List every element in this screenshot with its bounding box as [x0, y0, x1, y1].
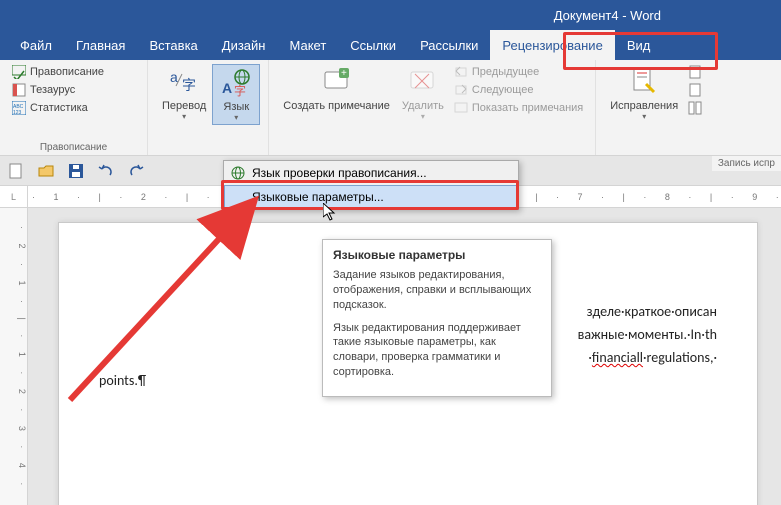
- tooltip-language-preferences: Языковые параметры Задание языков редакт…: [322, 239, 552, 397]
- thesaurus-label: Тезаурус: [30, 84, 75, 96]
- chevron-down-icon: ▾: [234, 113, 238, 122]
- delete-comment-label: Удалить: [402, 100, 444, 112]
- save-button[interactable]: [68, 163, 84, 179]
- ribbon-tabs: Файл Главная Вставка Дизайн Макет Ссылки…: [0, 30, 781, 60]
- svg-text:字: 字: [182, 77, 196, 93]
- tooltip-p2: Язык редактирования поддерживает такие я…: [333, 321, 541, 380]
- translate-button[interactable]: a字 Перевод ▾: [156, 64, 212, 125]
- svg-text:字: 字: [234, 83, 246, 98]
- tab-layout[interactable]: Макет: [277, 30, 338, 60]
- show-comments-label: Показать примечания: [472, 102, 583, 114]
- doc-text-l2: важные·моменты.·In·th: [578, 326, 717, 343]
- doc-text-misspelled: financiall: [592, 349, 643, 366]
- globe-icon: [230, 165, 246, 181]
- doc-icon: [688, 65, 702, 79]
- tab-mailings[interactable]: Рассылки: [408, 30, 490, 60]
- doc-text-l3c: ·regulations,·: [643, 349, 717, 366]
- thesaurus-icon: [12, 83, 26, 97]
- ruler-corner: L: [0, 186, 28, 208]
- spelling-label: Правописание: [30, 66, 104, 78]
- track-changes-button[interactable]: Исправления ▾: [604, 64, 684, 123]
- track-changes-label: Исправления: [610, 100, 678, 112]
- next-icon: [454, 83, 468, 97]
- ruler-vertical[interactable]: · 2 · 1 · | · 1 · 2 · 3 · 4 ·: [0, 208, 28, 505]
- svg-text:A: A: [222, 80, 232, 96]
- window-title: Документ4 - Word: [554, 8, 661, 23]
- group-proofing-label: Правописание: [8, 140, 139, 153]
- previous-icon: [454, 65, 468, 79]
- new-comment-label: Создать примечание: [283, 100, 390, 112]
- tracking-opt3[interactable]: [684, 100, 706, 116]
- language-button[interactable]: A字 Язык ▾: [212, 64, 260, 125]
- doc-text-l1: зделе·краткое·описан: [587, 303, 717, 320]
- next-comment-button[interactable]: Следующее: [450, 82, 587, 98]
- track-changes-icon: [628, 66, 660, 98]
- statistics-button[interactable]: ABC123 Статистика: [8, 100, 139, 116]
- tab-review[interactable]: Рецензирование: [490, 30, 614, 60]
- new-comment-icon: +: [321, 66, 353, 98]
- statistics-icon: ABC123: [12, 101, 26, 115]
- tab-view[interactable]: Вид: [615, 30, 663, 60]
- tracking-opt1[interactable]: [684, 64, 706, 80]
- group-language-label: [156, 151, 260, 153]
- translate-label: Перевод: [162, 100, 206, 112]
- show-comments-button[interactable]: Показать примечания: [450, 100, 587, 116]
- tab-file[interactable]: Файл: [8, 30, 64, 60]
- tracking-opt2[interactable]: [684, 82, 706, 98]
- undo-button[interactable]: [98, 163, 114, 179]
- open-button[interactable]: [38, 163, 54, 179]
- svg-text:123: 123: [13, 110, 22, 115]
- show-comments-icon: [454, 101, 468, 115]
- svg-text:+: +: [341, 68, 347, 79]
- redo-button[interactable]: [128, 163, 144, 179]
- ribbon: Правописание Тезаурус ABC123 Статистика …: [0, 60, 781, 156]
- cursor-icon: [323, 203, 339, 223]
- statistics-label: Статистика: [30, 102, 88, 114]
- chevron-down-icon: ▾: [421, 112, 425, 121]
- translate-icon: a字: [168, 66, 200, 98]
- tab-insert[interactable]: Вставка: [137, 30, 209, 60]
- pane-icon: [688, 101, 702, 115]
- svg-text:a: a: [170, 69, 178, 85]
- delete-comment-icon: [407, 66, 439, 98]
- new-comment-button[interactable]: + Создать примечание: [277, 64, 396, 123]
- delete-comment-button[interactable]: Удалить ▾: [396, 64, 450, 123]
- next-label: Следующее: [472, 84, 534, 96]
- spelling-button[interactable]: Правописание: [8, 64, 139, 80]
- tab-home[interactable]: Главная: [64, 30, 137, 60]
- thesaurus-button[interactable]: Тезаурус: [8, 82, 139, 98]
- chevron-down-icon: ▾: [182, 112, 186, 121]
- spelling-icon: [12, 65, 26, 79]
- previous-comment-button[interactable]: Предыдущее: [450, 64, 587, 80]
- new-doc-button[interactable]: [8, 163, 24, 179]
- tooltip-title: Языковые параметры: [333, 248, 541, 262]
- annotation-arrow: [60, 180, 340, 410]
- language-label: Язык: [223, 101, 249, 113]
- menu-item1-label: Язык проверки правописания...: [252, 166, 427, 180]
- language-icon: A字: [220, 67, 252, 99]
- doc-icon: [688, 83, 702, 97]
- group-comments-label: [277, 151, 587, 153]
- status-recording: Запись испр: [712, 156, 781, 171]
- previous-label: Предыдущее: [472, 66, 539, 78]
- tooltip-p1: Задание языков редактирования, отображен…: [333, 268, 541, 313]
- tab-references[interactable]: Ссылки: [338, 30, 408, 60]
- tab-design[interactable]: Дизайн: [210, 30, 278, 60]
- chevron-down-icon: ▾: [642, 112, 646, 121]
